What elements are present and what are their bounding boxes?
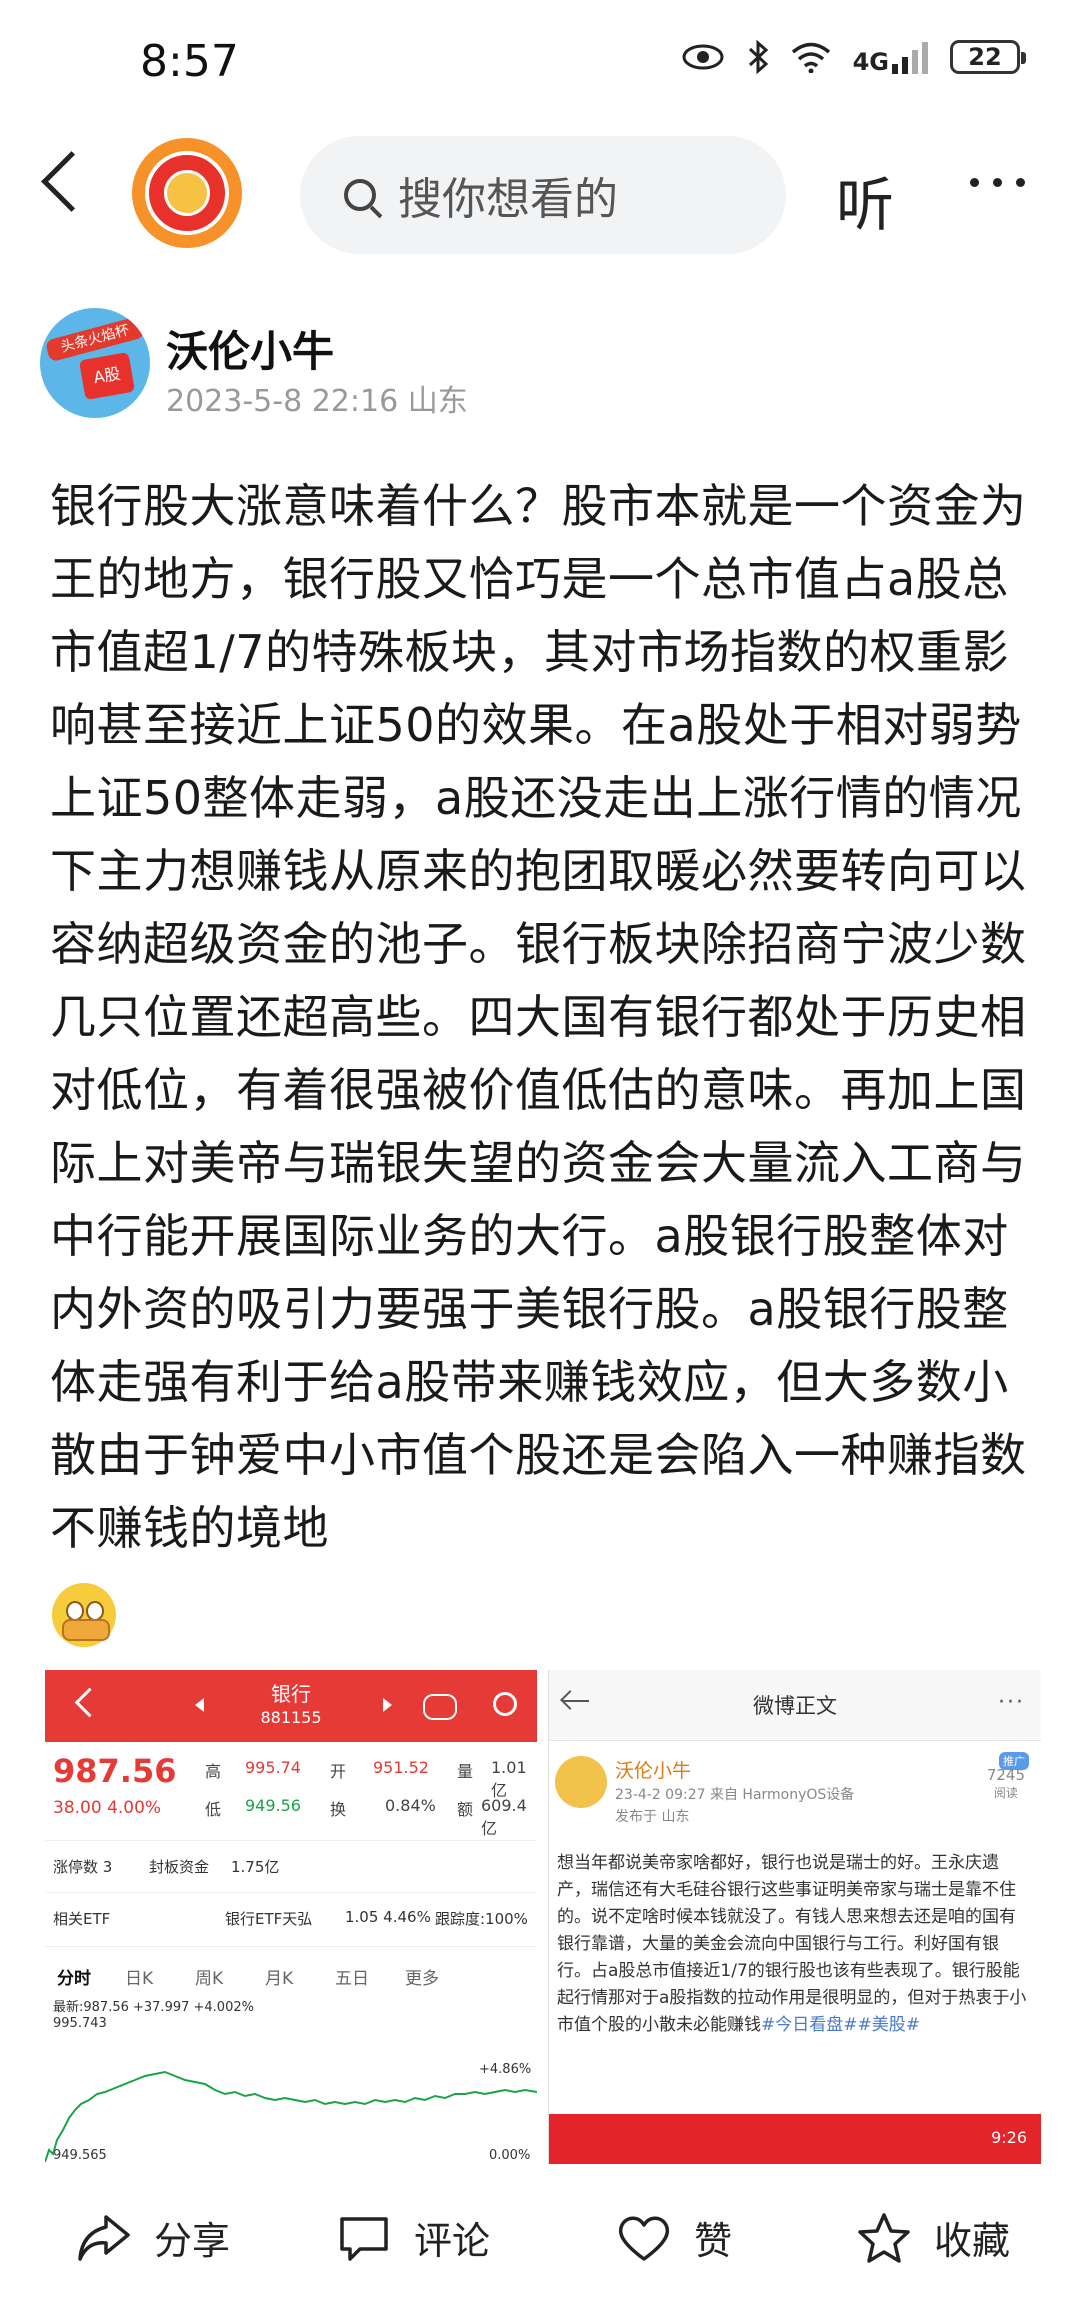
- track-label: 跟踪度:100%: [435, 1910, 528, 1928]
- network-type: 4G: [852, 48, 889, 76]
- tab-intraday[interactable]: 分时: [57, 1964, 91, 1989]
- author-name[interactable]: 沃伦小牛: [166, 318, 334, 379]
- turnover-label: 换: [330, 1800, 347, 1819]
- share-icon: [78, 2214, 130, 2261]
- share-button[interactable]: 分享: [76, 2210, 230, 2265]
- weibo-more-icon: ···: [998, 1690, 1025, 1715]
- like-button[interactable]: 赞: [616, 2210, 732, 2265]
- comment-button[interactable]: 评论: [336, 2210, 490, 2265]
- status-time: 8:57: [140, 36, 239, 87]
- weibo-reads-label: 阅读: [993, 1786, 1018, 1800]
- bluetooth-icon: [748, 40, 768, 74]
- weibo-time: 23-4-2 09:27 来自 HarmonyOS设备: [615, 1787, 855, 1803]
- robot-icon: [423, 1694, 457, 1720]
- open-label: 开: [330, 1762, 347, 1781]
- next-arrow-icon: [383, 1698, 392, 1712]
- limit-up-count: 涨停数 3: [53, 1858, 113, 1876]
- search-icon: [344, 179, 376, 211]
- weibo-title: 微博正文: [753, 1694, 837, 1718]
- seal-value: 1.75亿: [231, 1858, 280, 1876]
- tab-five-day[interactable]: 五日: [335, 1964, 369, 1989]
- back-button[interactable]: [41, 151, 102, 212]
- open-value: 951.52: [373, 1758, 429, 1777]
- wifi-icon: [791, 42, 830, 73]
- heart-icon: [618, 2216, 670, 2261]
- weibo-location: 发布于 山东: [615, 1809, 690, 1825]
- favorite-button[interactable]: 收藏: [856, 2210, 1010, 2265]
- related-etf-label[interactable]: 相关ETF: [53, 1908, 110, 1929]
- volume-value: 1.01亿: [491, 1758, 527, 1800]
- post-text: 银行股大涨意味着什么？股市本就是一个资金为王的地方，银行股又恰巧是一个总市值占a…: [50, 479, 1027, 1555]
- axis-top-label: 995.743: [53, 2016, 107, 2031]
- like-label: 赞: [694, 2219, 733, 2263]
- amount-label: 额: [457, 1800, 474, 1819]
- comment-icon: [340, 2216, 388, 2261]
- volume-label: 量: [457, 1762, 474, 1781]
- etf-value: 1.05 4.46%: [345, 1908, 431, 1926]
- star-icon: [858, 2212, 910, 2263]
- battery-icon: 22: [950, 40, 1026, 74]
- weibo-read-count: 7245 阅读: [987, 1766, 1025, 1801]
- search-bar[interactable]: 搜你想看的: [300, 136, 786, 254]
- battery-level: 22: [968, 43, 1002, 71]
- app-logo[interactable]: [132, 138, 242, 248]
- favorite-label: 收藏: [934, 2219, 1011, 2263]
- avatar-banner: 头条火焰杯: [44, 315, 146, 363]
- post-meta: 2023-5-8 22:16 山东: [166, 384, 468, 419]
- share-label: 分享: [154, 2219, 231, 2263]
- search-placeholder: 搜你想看的: [398, 174, 618, 225]
- stock-search-icon: [493, 1692, 517, 1716]
- stock-price: 987.56: [53, 1752, 177, 1790]
- avatar-card: A股: [78, 351, 136, 401]
- amount-value: 609.4亿: [481, 1796, 527, 1838]
- stock-code: 881155: [260, 1708, 322, 1727]
- high-value: 995.74: [245, 1758, 301, 1777]
- status-icons: 4G 22: [681, 40, 1026, 74]
- high-label: 高: [205, 1762, 222, 1781]
- latest-price-line: 最新:987.56 +37.997 +4.002%: [53, 2000, 254, 2015]
- shushing-face-emoji-icon: [52, 1583, 116, 1647]
- tab-more[interactable]: 更多: [405, 1964, 439, 1989]
- author-avatar[interactable]: 头条火焰杯 A股: [40, 308, 150, 418]
- seal-label: 封板资金: [149, 1858, 210, 1876]
- turnover-value: 0.84%: [385, 1796, 436, 1815]
- weibo-author-name: 沃伦小牛: [615, 1760, 692, 1782]
- stock-title: 银行: [271, 1682, 311, 1706]
- comment-label: 评论: [414, 2219, 491, 2263]
- cellular-signal-icon: 4G: [853, 40, 928, 74]
- etf-name[interactable]: 银行ETF天弘: [225, 1908, 312, 1929]
- low-value: 949.56: [245, 1796, 301, 1815]
- stock-change: 38.00 4.00%: [53, 1798, 162, 1818]
- weibo-status-bar: 9:26: [549, 2114, 1041, 2164]
- eye-icon: [682, 44, 724, 70]
- tab-monthly[interactable]: 月K: [265, 1964, 293, 1989]
- tab-weekly[interactable]: 周K: [195, 1964, 223, 1989]
- listen-button[interactable]: 听: [836, 158, 894, 242]
- weibo-reads: 7245: [986, 1766, 1025, 1784]
- weibo-avatar: [555, 1756, 607, 1808]
- more-options-icon[interactable]: [970, 178, 1025, 187]
- intraday-price-line: [45, 2070, 537, 2163]
- weibo-bar-time: 9:26: [991, 2128, 1027, 2147]
- stock-screenshot-image[interactable]: 银行 881155 987.56 38.00 4.00% 高 995.74 开 …: [45, 1670, 537, 2164]
- tab-daily[interactable]: 日K: [125, 1964, 153, 1989]
- weibo-post-text: 想当年都说美帝家啥都好，银行也说是瑞士的好。王永庆遗产，瑞信还有大毛硅谷银行这些…: [557, 1853, 1027, 2035]
- weibo-hashtags: #今日看盘##美股#: [761, 2015, 920, 2035]
- low-label: 低: [205, 1800, 222, 1819]
- weibo-screenshot-image[interactable]: 微博正文 ··· 沃伦小牛 23-4-2 09:27 来自 HarmonyOS设…: [548, 1670, 1041, 2164]
